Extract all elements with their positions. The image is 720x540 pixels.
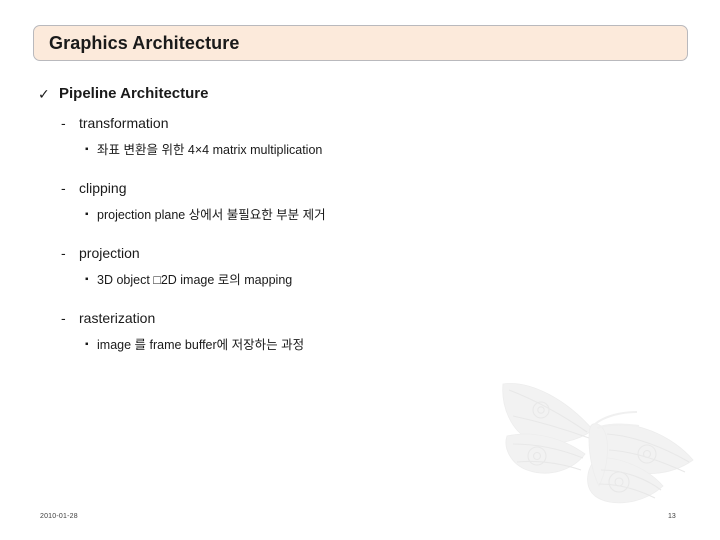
outline-level3-item: ▪ image 를 frame buffer에 저장하는 과정 — [0, 336, 720, 354]
dash-bullet-icon: - — [61, 245, 66, 261]
dash-bullet-icon: - — [61, 115, 66, 131]
square-bullet-icon: ▪ — [85, 144, 89, 155]
footer-page-number: 13 — [668, 513, 676, 520]
outline-group: - transformation ▪ 좌표 변환을 위한 4×4 matrix … — [0, 114, 720, 159]
outline-level3-item: ▪ projection plane 상에서 불필요한 부분 제거 — [0, 206, 720, 224]
outline-level3-label: projection plane 상에서 불필요한 부분 제거 — [97, 208, 326, 222]
dash-bullet-icon: - — [61, 310, 66, 326]
outline-level1-label: Pipeline Architecture — [59, 85, 209, 102]
outline-level2-label: transformation — [79, 115, 169, 131]
outline-level3-item: ▪ 좌표 변환을 위한 4×4 matrix multiplication — [0, 141, 720, 159]
check-mark-icon: ✓ — [38, 86, 50, 102]
moth-watermark-icon — [497, 378, 711, 518]
slide-canvas: Graphics Architecture ✓ Pipeline Archite… — [0, 0, 720, 540]
outline-level3-item: ▪ 3D object □2D image 로의 mapping — [0, 271, 720, 289]
dash-bullet-icon: - — [61, 180, 66, 196]
outline-level2-label: clipping — [79, 180, 127, 196]
outline-level2-label: projection — [79, 245, 140, 261]
square-bullet-icon: ▪ — [85, 209, 89, 220]
outline-level2-item: - clipping — [0, 179, 720, 198]
outline-level2-label: rasterization — [79, 310, 156, 326]
outline-group: - rasterization ▪ image 를 frame buffer에 … — [0, 309, 720, 354]
slide-body: ✓ Pipeline Architecture - transformation… — [0, 84, 720, 354]
footer-date: 2010-01-28 — [40, 513, 78, 520]
outline-level2-item: - rasterization — [0, 309, 720, 328]
outline-group: - projection ▪ 3D object □2D image 로의 ma… — [0, 244, 720, 289]
outline-level3-label: image 를 frame buffer에 저장하는 과정 — [97, 338, 305, 352]
outline-level2-item: - transformation — [0, 114, 720, 133]
outline-group: - clipping ▪ projection plane 상에서 불필요한 부… — [0, 179, 720, 224]
outline-level3-label: 3D object □2D image 로의 mapping — [97, 273, 293, 287]
slide-title-bar: Graphics Architecture — [33, 25, 688, 61]
outline-level1-item: ✓ Pipeline Architecture — [0, 84, 720, 104]
page-title: Graphics Architecture — [49, 32, 240, 53]
square-bullet-icon: ▪ — [85, 274, 89, 285]
outline-level2-item: - projection — [0, 244, 720, 263]
outline-level3-label: 좌표 변환을 위한 4×4 matrix multiplication — [97, 143, 323, 157]
square-bullet-icon: ▪ — [85, 339, 89, 350]
